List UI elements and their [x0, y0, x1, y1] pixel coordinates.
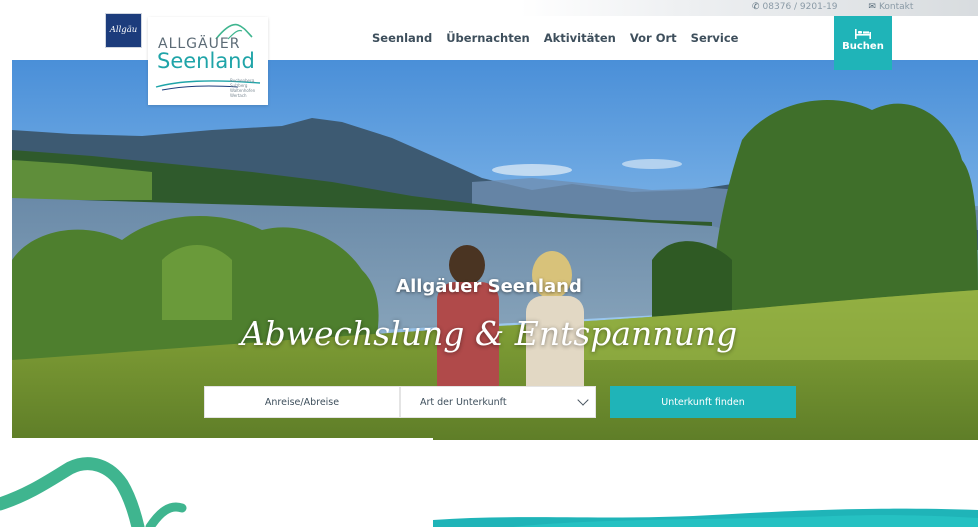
hero-landscape: [12, 60, 978, 440]
kontakt-link[interactable]: ✉ Kontakt: [868, 2, 927, 12]
arrival-departure-field[interactable]: Anreise/Abreise: [204, 386, 400, 418]
zoomed-logo-panel: [0, 438, 433, 527]
nav-item-uebernachten[interactable]: Übernachten: [446, 31, 529, 45]
accommodation-type-label: Art der Unterkunft: [420, 396, 507, 408]
phone-link[interactable]: ✆ 08376 / 9201-19: [752, 2, 852, 12]
booking-label: Buchen: [842, 41, 884, 52]
teal-wave-band: [433, 508, 978, 527]
logo-mountain-large-icon: [0, 457, 187, 527]
find-accommodation-button[interactable]: Unterkunft finden: [610, 386, 796, 418]
arrival-departure-label: Anreise/Abreise: [264, 396, 340, 408]
logo-town: Wertach: [230, 93, 247, 98]
nav-item-seenland[interactable]: Seenland: [372, 31, 432, 45]
hero-tagline: Abwechslung & Entspannung: [240, 314, 738, 353]
chevron-down-icon: [577, 394, 589, 406]
contact-bar: ✆ 08376 / 9201-19 ✉ Kontakt: [752, 2, 941, 12]
kontakt-label: Kontakt: [878, 2, 914, 12]
phone-icon: ✆: [752, 2, 760, 12]
find-accommodation-label: Unterkunft finden: [661, 396, 745, 408]
phone-number: 08376 / 9201-19: [762, 2, 838, 12]
nav-item-vor-ort[interactable]: Vor Ort: [630, 31, 677, 45]
seenland-logo[interactable]: ALLGÄUER Seenland Buchenberg Sulzberg Wa…: [148, 17, 268, 105]
mail-icon: ✉: [868, 2, 876, 12]
main-navigation: Seenland Übernachten Aktivitäten Vor Ort…: [372, 31, 752, 45]
allgaeu-badge-logo[interactable]: Allgäu: [105, 13, 142, 48]
hero-title: Allgäuer Seenland: [396, 276, 582, 297]
bed-icon: [855, 29, 871, 39]
accommodation-search: Anreise/Abreise Art der Unterkunft: [204, 386, 596, 418]
nav-item-service[interactable]: Service: [691, 31, 739, 45]
hero-image: [12, 60, 978, 440]
site-header: Seenland Übernachten Aktivitäten Vor Ort…: [0, 16, 978, 60]
nav-item-aktivitaeten[interactable]: Aktivitäten: [544, 31, 616, 45]
logo-towns: Buchenberg Sulzberg Waltenhofen Wertach: [230, 78, 255, 98]
accommodation-type-select[interactable]: Art der Unterkunft: [400, 386, 596, 418]
logo-line2: Seenland: [157, 49, 255, 73]
booking-button[interactable]: Buchen: [834, 16, 892, 70]
